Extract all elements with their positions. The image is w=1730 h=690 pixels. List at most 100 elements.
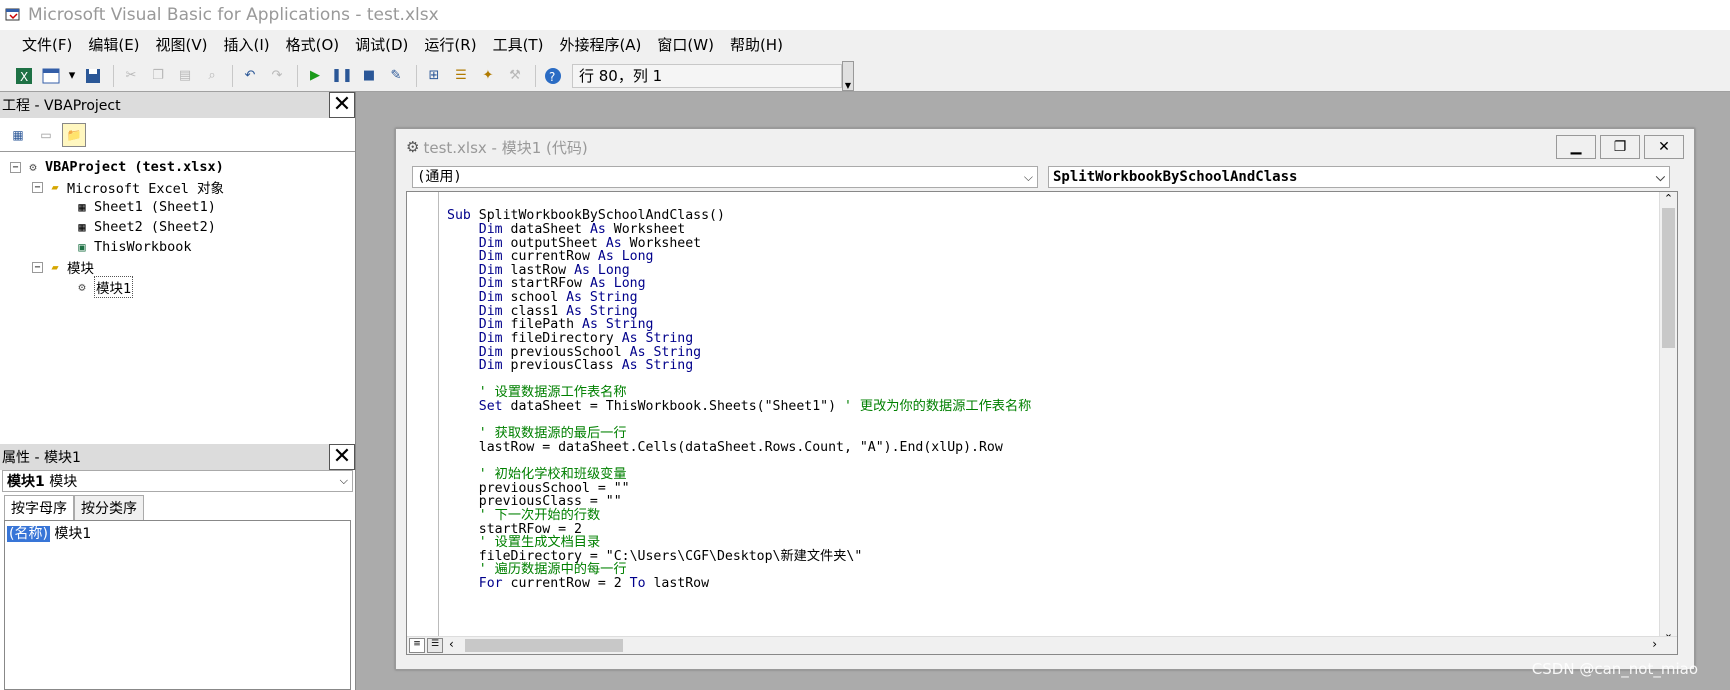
- code-text: currentRow = 2: [510, 576, 630, 591]
- code-keyword: To: [629, 576, 654, 591]
- properties-header: 属性 - 模块1 ✕: [0, 444, 355, 470]
- find-icon[interactable]: ⌕: [200, 64, 224, 88]
- close-icon[interactable]: ✕: [1644, 135, 1684, 159]
- collapse-icon[interactable]: −: [32, 261, 43, 273]
- standard-toolbar: X ▾ ✂ ❐ ▤ ⌕ ↶ ↷ ▶ ❚❚ ■ ✎ ⊞ ☰ ✦ ⚒ ? 行 80，…: [0, 60, 1730, 92]
- insert-userform-icon[interactable]: [39, 64, 63, 88]
- menu-addins[interactable]: 外接程序(A): [551, 30, 649, 60]
- svg-text:X: X: [20, 70, 28, 84]
- watermark: CSDN @can_not_miao: [1531, 660, 1698, 678]
- horizontal-scrollbar[interactable]: ≡ ☰ ‹ ›: [407, 636, 1677, 654]
- paste-icon[interactable]: ▤: [173, 64, 197, 88]
- property-value[interactable]: 模块1: [54, 526, 91, 542]
- insert-dropdown-icon[interactable]: ▾: [66, 64, 78, 88]
- menu-run[interactable]: 运行(R): [416, 30, 484, 60]
- project-explorer-icon[interactable]: ⊞: [422, 64, 446, 88]
- tree-node-thisworkbook[interactable]: ▣ ThisWorkbook: [74, 238, 191, 256]
- property-name: (名称): [7, 526, 50, 542]
- tree-node-label: Microsoft Excel 对象: [67, 181, 225, 197]
- procedure-combo[interactable]: SplitWorkbookBySchoolAndClass ⌵: [1048, 166, 1670, 188]
- tree-node-modules[interactable]: − ▰ 模块: [32, 258, 94, 277]
- break-icon[interactable]: ❚❚: [330, 64, 354, 88]
- code-line: ' 下一次开始的行数: [447, 508, 600, 523]
- design-mode-icon[interactable]: ✎: [384, 64, 408, 88]
- code-comment: ' 下一次开始的行数: [447, 508, 601, 523]
- tree-node-module1[interactable]: ⚙ 模块1: [74, 276, 134, 298]
- menu-help[interactable]: 帮助(H): [722, 30, 791, 60]
- menu-format[interactable]: 格式(O): [278, 30, 348, 60]
- code-keyword: Dim: [447, 276, 511, 291]
- object-browser-icon[interactable]: ✦: [476, 64, 500, 88]
- vba-app-icon: [5, 8, 20, 21]
- code-keyword: Dim: [447, 249, 511, 264]
- menu-file[interactable]: 文件(F): [14, 30, 80, 60]
- view-code-icon[interactable]: ▦: [6, 123, 30, 147]
- help-icon[interactable]: ?: [541, 64, 565, 88]
- code-keyword: As String: [621, 358, 694, 373]
- object-combo[interactable]: (通用) ⌵: [412, 166, 1038, 188]
- tree-node-sheet1[interactable]: ▦ Sheet1 (Sheet1): [74, 198, 216, 216]
- toggle-folders-icon[interactable]: 📁: [62, 122, 86, 147]
- full-module-view-icon[interactable]: ☰: [427, 638, 443, 653]
- margin-indicator-bar[interactable]: [407, 192, 439, 654]
- run-icon[interactable]: ▶: [303, 64, 327, 88]
- view-excel-icon[interactable]: X: [12, 64, 36, 88]
- scroll-left-icon[interactable]: ‹: [449, 637, 454, 651]
- restore-icon[interactable]: ❐: [1600, 135, 1640, 159]
- reset-icon[interactable]: ■: [357, 64, 381, 88]
- code-line: Dim filePath As String: [447, 317, 654, 332]
- properties-window: 属性 - 模块1 ✕ 模块1 模块 ⌵ 按字母序 按分类序 (名称) 模块1: [0, 444, 356, 690]
- code-text: dataSheet = ThisWorkbook.Sheets("Sheet1"…: [510, 399, 844, 414]
- code-comment: ' 更改为你的数据源工作表名称: [844, 399, 1032, 414]
- menu-debug[interactable]: 调试(D): [347, 30, 416, 60]
- scroll-up-icon[interactable]: ⌃: [1660, 192, 1677, 208]
- menu-edit[interactable]: 编辑(E): [80, 30, 147, 60]
- tab-alphabetic[interactable]: 按字母序: [4, 495, 74, 520]
- folder-icon: ▰: [51, 260, 59, 274]
- code-text: Worksheet: [613, 222, 686, 237]
- tree-node-label: 模块1: [94, 276, 134, 298]
- tab-categorized[interactable]: 按分类序: [74, 495, 144, 520]
- code-line: ' 设置生成文档目录: [447, 535, 600, 550]
- vertical-scrollbar[interactable]: ⌃ ⌄: [1659, 192, 1677, 640]
- cut-icon[interactable]: ✂: [119, 64, 143, 88]
- tree-node-label: VBAProject (test.xlsx): [45, 159, 224, 175]
- property-row[interactable]: (名称) 模块1: [7, 523, 348, 543]
- toolbar-separator: [535, 64, 536, 87]
- code-comment: ' 设置生成文档目录: [447, 535, 601, 550]
- object-selector[interactable]: 模块1 模块 ⌵: [2, 470, 353, 492]
- menu-tools[interactable]: 工具(T): [485, 30, 552, 60]
- code-line: previousClass = "": [447, 494, 622, 509]
- code-editor[interactable]: Sub SplitWorkbookBySchoolAndClass() Dim …: [406, 191, 1678, 655]
- scrollbar-thumb[interactable]: [1662, 208, 1675, 348]
- menu-insert[interactable]: 插入(I): [216, 30, 278, 60]
- save-icon[interactable]: [81, 64, 105, 88]
- undo-icon[interactable]: ↶: [238, 64, 262, 88]
- toolbox-icon[interactable]: ⚒: [503, 64, 527, 88]
- toolbar-separator: [232, 64, 233, 87]
- scroll-right-icon[interactable]: ›: [1652, 637, 1657, 651]
- tree-node-vbaproject[interactable]: − ⚙ VBAProject (test.xlsx): [10, 158, 224, 176]
- project-explorer-header: 工程 - VBAProject ✕: [0, 92, 355, 118]
- close-icon[interactable]: ✕: [329, 444, 355, 470]
- folder-icon: ▰: [51, 180, 59, 194]
- tree-node-excel-objects[interactable]: − ▰ Microsoft Excel 对象: [32, 178, 225, 197]
- menu-view[interactable]: 视图(V): [148, 30, 216, 60]
- collapse-icon[interactable]: −: [10, 161, 21, 173]
- code-line: For currentRow = 2 To lastRow: [447, 576, 709, 591]
- procedure-view-icon[interactable]: ≡: [409, 638, 425, 653]
- properties-window-icon[interactable]: ☰: [449, 64, 473, 88]
- collapse-icon[interactable]: −: [32, 181, 43, 193]
- close-icon[interactable]: ✕: [329, 92, 355, 118]
- copy-icon[interactable]: ❐: [146, 64, 170, 88]
- horizontal-scrollbar-thumb[interactable]: [465, 639, 623, 652]
- minimize-icon[interactable]: ▁: [1556, 135, 1596, 159]
- code-comment: ' 获取数据源的最后一行: [447, 426, 627, 441]
- view-object-icon[interactable]: ▭: [34, 123, 58, 147]
- tree-node-sheet2[interactable]: ▦ Sheet2 (Sheet2): [74, 218, 216, 236]
- worksheet-icon: ▦: [78, 220, 86, 234]
- redo-icon[interactable]: ↷: [265, 64, 289, 88]
- toolbar-options-icon[interactable]: ▼: [842, 60, 854, 91]
- menu-window[interactable]: 窗口(W): [649, 30, 722, 60]
- code-window: ⚙ test.xlsx - 模块1 (代码) ▁ ❐ ✕ (通用) ⌵ Spli…: [395, 128, 1695, 670]
